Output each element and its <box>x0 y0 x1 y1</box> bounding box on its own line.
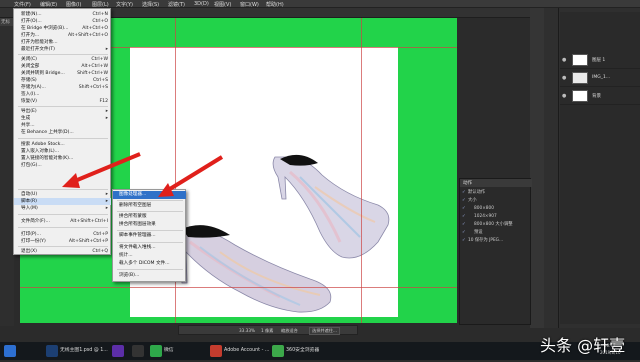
select-mask-button[interactable]: 选择并遮住... <box>309 327 340 335</box>
layer-row[interactable]: ● 图层 1 <box>560 52 640 69</box>
layers-panel[interactable]: ● 图层 1 ● IMG_1... ● 背景 <box>560 12 640 324</box>
taskbar-item-psd[interactable]: 无线主图1.psd @ 1... <box>60 345 108 357</box>
eye-icon[interactable]: ● <box>562 75 568 81</box>
red-arrow-icon <box>62 152 141 188</box>
check-icon[interactable]: ✓ <box>462 213 466 220</box>
layer-name: 图层 1 <box>592 58 606 63</box>
action-row[interactable]: ✓ 预设 <box>460 229 530 236</box>
check-icon[interactable]: ✓ <box>462 229 466 236</box>
premiere-icon[interactable] <box>112 345 124 357</box>
eye-icon[interactable]: ● <box>562 93 568 99</box>
check-icon[interactable]: ✓ <box>462 237 466 244</box>
layer-name: 背景 <box>592 94 601 99</box>
layer-row[interactable]: ● IMG_1... <box>560 70 640 87</box>
action-row[interactable]: ✓ 10 保存为 JPEG... <box>460 237 530 244</box>
windows-start-icon[interactable] <box>4 345 16 357</box>
wechat-icon[interactable] <box>150 345 162 357</box>
info-readout: 1 像素 <box>261 328 274 333</box>
eye-icon[interactable]: ● <box>562 57 568 63</box>
layer-row[interactable]: ● 背景 <box>560 88 640 105</box>
action-row[interactable]: ✓ 1024×907 <box>460 213 530 220</box>
layer-name: IMG_1... <box>592 75 611 80</box>
taskbar-item-browser[interactable]: 360安全浏览器 <box>286 345 319 357</box>
check-icon[interactable]: ✓ <box>462 197 466 204</box>
photoshop-icon[interactable] <box>46 345 58 357</box>
layer-thumbnail <box>572 90 588 102</box>
browser-icon[interactable] <box>272 345 284 357</box>
panel-icons-strip-2[interactable] <box>545 8 559 328</box>
red-arrow-icon <box>158 155 224 197</box>
adobe-icon[interactable] <box>210 345 222 357</box>
layer-thumbnail <box>572 54 588 66</box>
action-row[interactable]: ✓ 800×800 <box>460 205 530 212</box>
check-icon[interactable]: ✓ <box>462 205 466 212</box>
action-row[interactable]: ✓ 大小 <box>460 197 530 204</box>
panel-icons-strip[interactable] <box>530 8 544 328</box>
fit-button[interactable]: 缩放适合 <box>281 328 298 334</box>
check-icon[interactable]: ✓ <box>462 189 466 196</box>
zoom-readout[interactable]: 33.33% <box>239 328 255 333</box>
watermark: 头条 @轩壹 <box>540 336 626 355</box>
taskbar-item-adobe[interactable]: Adobe Account - ... <box>224 345 269 357</box>
action-row[interactable]: ✓ 默认动作 <box>460 189 530 196</box>
check-icon[interactable]: ✓ <box>462 221 466 228</box>
action-row[interactable]: ✓ 800×800 大小调整 <box>460 221 530 228</box>
actions-panel-title: 动作 <box>460 179 532 187</box>
actions-panel[interactable]: 动作 ✓ 默认动作 ✓ 大小 ✓ 800×800 ✓ 1024×907 ✓ 800×800… <box>459 178 532 325</box>
taskbar-item-wechat[interactable]: 微信 <box>164 345 174 357</box>
layer-thumbnail <box>572 72 588 84</box>
document-options-bar: 33.33% 1 像素 缩放适合 选择并遮住... <box>178 325 358 335</box>
app-icon[interactable] <box>132 345 144 357</box>
